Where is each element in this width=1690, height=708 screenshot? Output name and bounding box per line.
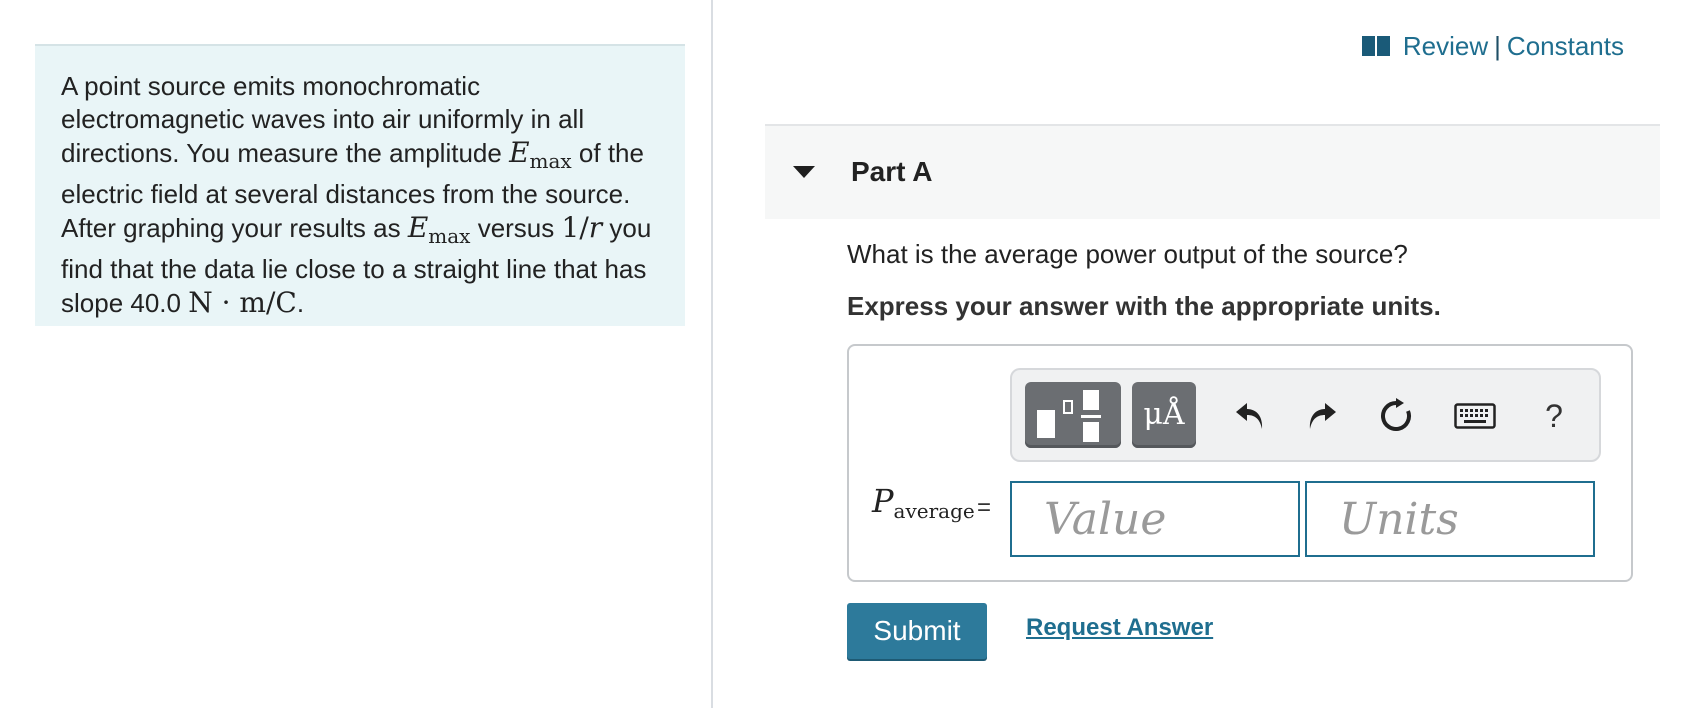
keyboard-button[interactable]	[1452, 396, 1498, 436]
emax-symbol: Emax	[509, 136, 572, 173]
constants-link[interactable]: Constants	[1507, 31, 1624, 62]
question-text: What is the average power output of the …	[847, 239, 1408, 269]
redo-icon	[1309, 403, 1336, 429]
problem-text: A point source emits monochromatic elect…	[61, 70, 659, 320]
equals-sign: =	[977, 494, 992, 521]
templates-button[interactable]	[1025, 382, 1121, 448]
reset-icon	[1381, 398, 1411, 431]
undo-icon	[1236, 403, 1263, 429]
submit-button[interactable]: Submit	[847, 603, 987, 659]
keyboard-icon	[1454, 403, 1496, 429]
help-button[interactable]: ?	[1534, 396, 1574, 436]
link-separator: |	[1494, 31, 1501, 61]
part-a-header[interactable]: Part A	[765, 124, 1660, 219]
problem-statement: A point source emits monochromatic elect…	[35, 44, 685, 326]
templates-icon	[1037, 390, 1109, 442]
variable-subscript: average	[893, 499, 975, 523]
emax-symbol: Emax	[407, 211, 471, 248]
r-letter: r	[588, 211, 603, 244]
variable-letter: P	[872, 482, 894, 520]
emax-letter: E	[509, 136, 530, 169]
inverse-r-symbol: 1/r	[562, 211, 603, 244]
undo-button[interactable]	[1230, 396, 1270, 436]
answer-variable: Paverage	[872, 482, 975, 523]
answer-box: μÅ ? Paverage = Value Units	[847, 344, 1633, 582]
request-answer-link[interactable]: Request Answer	[1026, 614, 1213, 642]
redo-button[interactable]	[1302, 396, 1342, 436]
reset-button[interactable]	[1376, 396, 1416, 436]
slope-units: N · m/C	[188, 286, 297, 319]
header-links: Review | Constants	[1361, 31, 1624, 62]
book-icon	[1361, 35, 1390, 58]
problem-text-part: versus	[470, 213, 562, 243]
problem-text-part: A point source emits monochromatic elect…	[61, 71, 585, 168]
emax-subscript: max	[529, 149, 572, 173]
instruction-text: Express your answer with the appropriate…	[847, 291, 1441, 321]
collapse-caret-icon[interactable]	[793, 166, 815, 178]
emax-subscript: max	[428, 224, 471, 248]
column-divider	[711, 0, 713, 708]
review-link[interactable]: Review	[1403, 31, 1488, 62]
math-toolbar: μÅ ?	[1010, 368, 1601, 462]
part-title: Part A	[851, 156, 933, 187]
emax-letter: E	[407, 211, 429, 244]
units-button[interactable]: μÅ	[1132, 382, 1196, 448]
one-over: 1/	[561, 211, 589, 244]
value-input[interactable]	[1010, 481, 1300, 557]
problem-text-part: .	[296, 288, 305, 318]
units-input[interactable]	[1305, 481, 1595, 557]
